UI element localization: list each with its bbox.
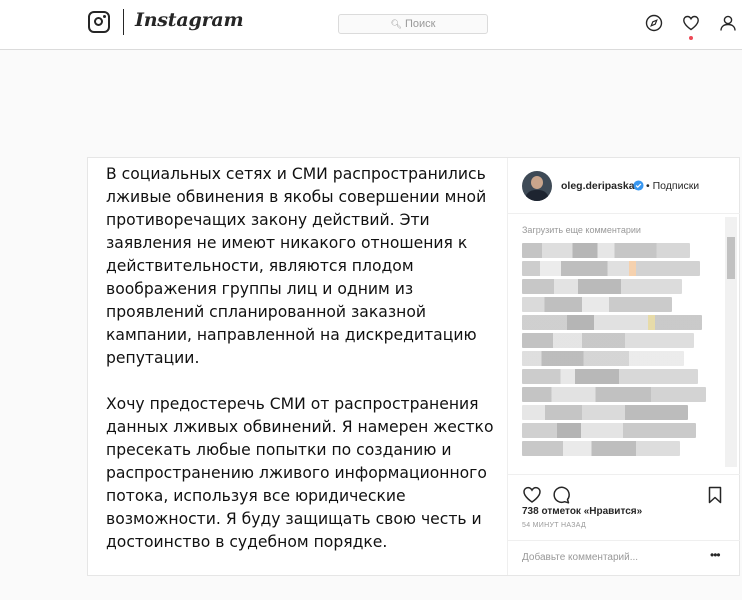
- logo-divider: [123, 9, 124, 35]
- post-card: В социальных сетях и СМИ распространилис…: [87, 157, 740, 576]
- notification-dot: [689, 36, 693, 40]
- post-timestamp[interactable]: 54 МИНУТ НАЗАД: [522, 522, 586, 529]
- caption-paragraph-2: Хочу предостеречь СМИ от распространения…: [106, 395, 494, 551]
- pixelated-comment: [522, 387, 706, 402]
- follow-separator: •: [646, 180, 650, 192]
- pixelated-comment: [522, 369, 698, 384]
- comments-scrollbar[interactable]: [725, 217, 737, 467]
- more-options-icon[interactable]: •••: [710, 548, 721, 562]
- scrollbar-thumb[interactable]: [727, 237, 735, 279]
- pixelated-comment: [522, 441, 680, 456]
- instagram-camera-icon[interactable]: [88, 11, 110, 33]
- caption-paragraph-1: В социальных сетях и СМИ распространилис…: [106, 165, 487, 367]
- post-sidebar: oleg.deripaska • Подписки Загрузить еще …: [507, 158, 740, 576]
- top-navigation-bar: Instagram 🔍︎ Поиск: [0, 0, 742, 50]
- follow-button[interactable]: • Подписки: [646, 180, 699, 192]
- post-header: oleg.deripaska • Подписки: [508, 158, 740, 214]
- post-image-text: В социальных сетях и СМИ распространилис…: [88, 158, 507, 575]
- profile-icon[interactable]: [719, 14, 737, 32]
- pixelated-comment: [522, 405, 688, 420]
- pixelated-comment: [522, 261, 700, 276]
- add-comment-section: Добавьте комментарий... •••: [508, 540, 740, 576]
- search-icon: 🔍︎: [390, 19, 402, 29]
- like-heart-icon[interactable]: [522, 485, 542, 505]
- avatar[interactable]: [522, 171, 552, 201]
- heart-icon[interactable]: [682, 14, 700, 32]
- pixelated-comment: [522, 351, 684, 366]
- verified-badge-icon: [633, 180, 644, 191]
- pixelated-comment: [522, 423, 696, 438]
- pixelated-comment: [522, 297, 672, 312]
- instagram-wordmark[interactable]: Instagram: [135, 9, 244, 31]
- comment-bubble-icon[interactable]: [551, 485, 571, 505]
- compass-icon[interactable]: [645, 14, 663, 32]
- search-input[interactable]: 🔍︎ Поиск: [338, 14, 488, 34]
- author-username[interactable]: oleg.deripaska: [561, 180, 635, 192]
- comments-list[interactable]: Загрузить еще комментарии: [508, 215, 740, 473]
- bookmark-icon[interactable]: [705, 485, 725, 505]
- comment-input[interactable]: Добавьте комментарий...: [522, 552, 638, 563]
- pixelated-comment: [522, 333, 694, 348]
- search-placeholder: Поиск: [404, 18, 436, 30]
- pixelated-comment: [522, 243, 690, 258]
- follow-label: Подписки: [652, 180, 700, 192]
- load-more-comments-link[interactable]: Загрузить еще комментарии: [522, 225, 641, 235]
- likes-count[interactable]: 738 отметок «Нравится»: [522, 506, 642, 517]
- pixelated-comment: [522, 279, 682, 294]
- pixelated-comment: [522, 315, 702, 330]
